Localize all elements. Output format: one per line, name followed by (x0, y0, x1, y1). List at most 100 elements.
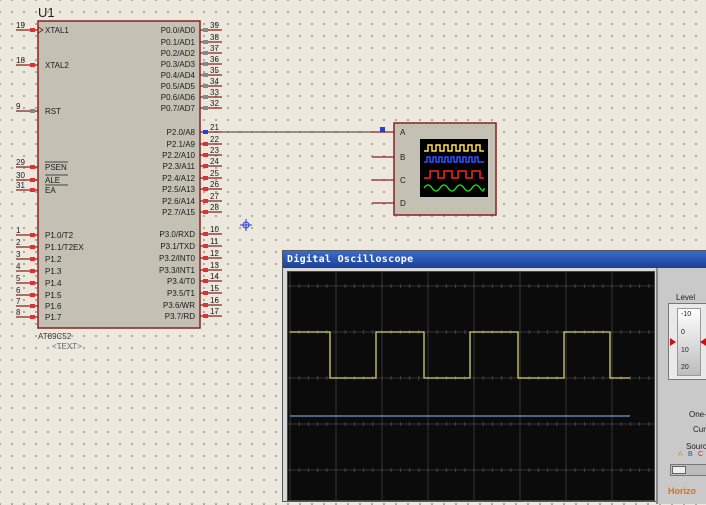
mcu-pin-name: P1.4 (45, 279, 62, 288)
wire-junction[interactable] (380, 127, 385, 132)
mcu-pin-number: 4 (16, 262, 21, 271)
mcu-pin-marker (203, 51, 208, 55)
mcu-pin-number: 15 (210, 284, 219, 293)
mcu-pin-number: 11 (210, 237, 219, 246)
mcu-pin-name: P3.4/T0 (167, 277, 196, 286)
scope-symbol-trace-b (424, 156, 484, 163)
mcu-pin-name: P2.0/A8 (167, 128, 196, 137)
mcu-pin-marker (30, 28, 35, 32)
mcu-pin-name: P3.2/INT0 (159, 254, 196, 263)
mcu-pin-number: 16 (210, 296, 219, 305)
oscilloscope-title[interactable]: Digital Oscilloscope (283, 251, 706, 268)
mcu-pin-marker (30, 188, 35, 192)
mcu-pin-marker (203, 62, 208, 66)
mcu-pin-name: P0.1/AD1 (161, 38, 196, 47)
oscilloscope-control-panel: Level -10 0 10 20 One- Cur Sourc A B C H… (656, 268, 706, 504)
level-scale[interactable]: -10 0 10 20 (677, 308, 701, 376)
mcu-pin-number: 36 (210, 55, 219, 64)
mcu-pin-marker (30, 269, 35, 273)
mcu-pin-number: 32 (210, 99, 219, 108)
mcu-pin-name: EA (45, 186, 56, 195)
mcu-pin-name: P0.2/AD2 (161, 49, 196, 58)
source-c-button[interactable]: C (698, 451, 703, 458)
mcu-pin-name: P0.4/AD4 (161, 71, 196, 80)
level-scale-num: 10 (681, 347, 689, 354)
mcu-pin-marker (203, 73, 208, 77)
mcu-pin-name: P2.2/A10 (162, 151, 195, 160)
mcu-pin-number: 23 (210, 146, 219, 155)
mcu-pin-marker (203, 314, 208, 318)
scope-symbol-screen (420, 139, 488, 197)
mcu-pin-marker (203, 106, 208, 110)
mcu-pin-name: P3.1/TXD (160, 242, 195, 251)
mcu-pin-number: 29 (16, 158, 25, 167)
mcu-pin-number: 25 (210, 169, 219, 178)
mcu-pin-number: 34 (210, 77, 219, 86)
crosshair-marker[interactable] (240, 219, 252, 231)
mcu-pin-marker (30, 281, 35, 285)
one-shot-label[interactable]: One- (689, 410, 706, 419)
mcu-pin-number: 27 (210, 192, 219, 201)
mcu-pin-name: RST (45, 107, 61, 116)
mcu-pin-name: P1.0/T2 (45, 231, 74, 240)
level-scale-num: 0 (681, 329, 685, 336)
mcu-pin-marker (30, 178, 35, 182)
mcu-pin-number: 39 (210, 21, 219, 30)
mcu-pin-number: 5 (16, 274, 21, 283)
mcu-pin-name: P1.3 (45, 267, 62, 276)
level-control[interactable]: -10 0 10 20 (668, 303, 706, 380)
mcu-pin-number: 2 (16, 238, 21, 247)
level-label: Level (676, 293, 696, 302)
mcu-pin-marker (203, 28, 208, 32)
mcu-pin-name: P0.7/AD7 (161, 104, 196, 113)
mcu-pin-number: 3 (16, 250, 21, 259)
mcu-pin-name: P3.5/T1 (167, 289, 196, 298)
mcu-pin-marker (203, 187, 208, 191)
mcu-pin-marker (203, 303, 208, 307)
mcu-pin-name: P2.1/A9 (167, 140, 196, 149)
source-a-button[interactable]: A (678, 451, 683, 458)
mcu-pin-name: P1.7 (45, 313, 62, 322)
source-slider[interactable] (670, 464, 706, 476)
mcu-pin-number: 38 (210, 33, 219, 42)
cursors-label[interactable]: Cur (693, 425, 706, 434)
mcu-pin-number: 9 (16, 102, 21, 111)
mcu-pin-marker (203, 142, 208, 146)
mcu-pin-name: P1.2 (45, 255, 62, 264)
level-scale-num: -10 (681, 311, 692, 318)
mcu-pin-number: 1 (16, 226, 21, 235)
mcu-pin-number: 7 (16, 297, 21, 306)
mcu-pin-marker (30, 245, 35, 249)
source-slider-thumb[interactable] (672, 466, 686, 474)
mcu-pin-marker (203, 291, 208, 295)
mcu-pin-number: 19 (16, 21, 25, 30)
mcu-pin-number: 18 (16, 56, 25, 65)
mcu-part-label: AT89C52 (38, 332, 72, 341)
mcu-pin-name: P1.5 (45, 291, 62, 300)
mcu-pin-number: 14 (210, 272, 219, 281)
mcu-pin-number: 6 (16, 286, 21, 295)
mcu-pin-number: 37 (210, 44, 219, 53)
mcu-pin-number: 33 (210, 88, 219, 97)
mcu-pin-number: 13 (210, 261, 219, 270)
mcu-pin-number: 10 (210, 225, 219, 234)
mcu-pin-number: 30 (16, 171, 25, 180)
mcu-pin-number: 22 (210, 135, 219, 144)
scope-channel-label: D (400, 199, 406, 208)
mcu-pin-marker (30, 304, 35, 308)
mcu-pin-name: P3.0/RXD (159, 230, 195, 239)
mcu-pin-marker (203, 244, 208, 248)
oscilloscope-trace-a (290, 331, 630, 379)
mcu-pin-name: P3.7/RD (165, 312, 195, 321)
oscilloscope-screen[interactable] (287, 271, 655, 501)
horizontal-section-label: Horizo (668, 486, 696, 496)
mcu-pin-marker (203, 256, 208, 260)
mcu-pin-number: 28 (210, 203, 219, 212)
mcu-pin-name: ALE (45, 176, 60, 185)
mcu-pin-marker (203, 95, 208, 99)
mcu-pin-name: P3.6/WR (163, 301, 195, 310)
oscilloscope-window[interactable]: Digital Oscilloscope Level -10 0 10 20 O… (282, 250, 706, 504)
source-b-button[interactable]: B (688, 451, 693, 458)
mcu-pin-marker (203, 153, 208, 157)
oscilloscope-grid (288, 272, 654, 500)
